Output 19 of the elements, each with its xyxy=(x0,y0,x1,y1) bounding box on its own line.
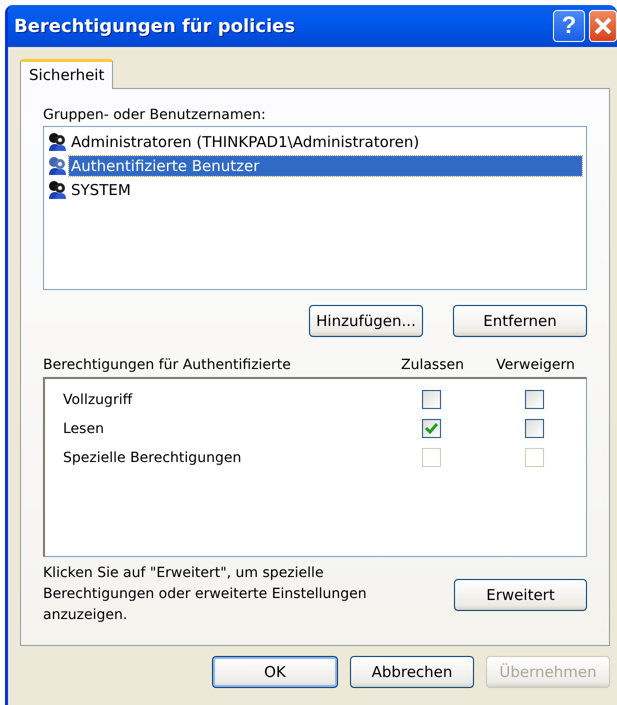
help-button[interactable]: ? xyxy=(553,10,585,42)
advanced-button[interactable]: Erweitert xyxy=(454,578,587,610)
tab[interactable]: Sicherheit xyxy=(20,59,114,89)
advanced-hint: Klicken Sie auf "Erweitert", um spezielle Berechtigungen oder erweiterte Einstellungen anzuzeigen. xyxy=(43,564,368,625)
permissions-label: Berechtigungen für Authentifizierte xyxy=(43,357,292,373)
permission-name: Spezielle Berechtigungen xyxy=(63,450,242,466)
list-label: Gruppen- oder Benutzernamen: xyxy=(43,107,267,123)
window-title: Berechtigungen für policies xyxy=(14,16,296,36)
list-item[interactable]: Authentifizierte Benutzer xyxy=(69,156,582,176)
dialog-button[interactable]: Abbrechen xyxy=(350,656,474,688)
permission-name: Lesen xyxy=(63,420,105,436)
remove-button[interactable]: Entfernen xyxy=(453,305,587,337)
column-header: Verweigern xyxy=(495,357,576,373)
list-item[interactable]: SYSTEM xyxy=(69,180,133,200)
column-header: Zulassen xyxy=(400,357,465,373)
list-item[interactable]: Administratoren (THINKPAD1\Administratoren) xyxy=(69,132,422,152)
dialog-button[interactable]: OK xyxy=(212,656,338,688)
permission-name: Vollzugriff xyxy=(63,392,134,408)
add-button[interactable]: Hinzufügen... xyxy=(309,305,423,337)
